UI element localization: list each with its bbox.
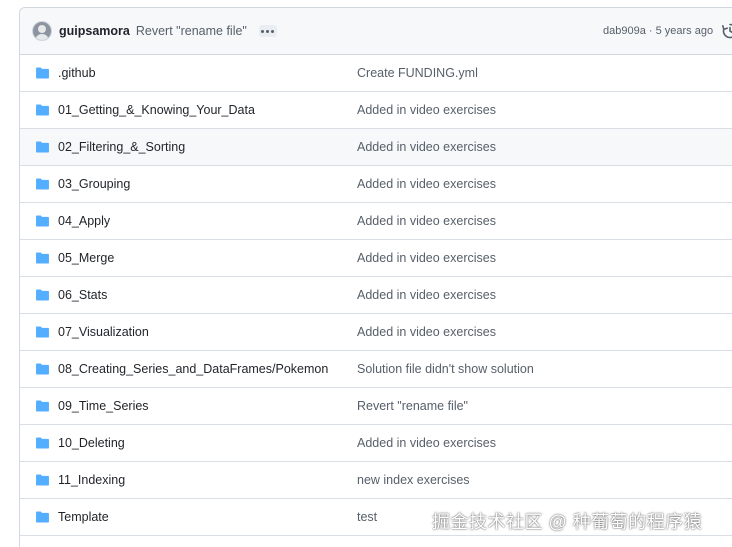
commit-message-link[interactable]: Added in video exercises bbox=[357, 140, 496, 154]
folder-icon bbox=[36, 511, 49, 523]
folder-icon bbox=[36, 400, 49, 412]
avatar[interactable] bbox=[32, 21, 52, 41]
file-browser: guipsamora Revert "rename file" dab909a … bbox=[19, 7, 732, 547]
file-name-link[interactable]: 08_Creating_Series_and_DataFrames/Pokemo… bbox=[58, 362, 328, 376]
file-name-link[interactable]: 02_Filtering_&_Sorting bbox=[58, 140, 185, 154]
page: guipsamora Revert "rename file" dab909a … bbox=[0, 0, 732, 547]
ellipsis-button[interactable] bbox=[258, 25, 277, 37]
file-row[interactable]: 04_Apply Added in video exercises bbox=[20, 203, 732, 240]
file-name-link[interactable]: 05_Merge bbox=[58, 251, 114, 265]
folder-icon bbox=[36, 252, 49, 264]
folder-icon bbox=[36, 67, 49, 79]
commit-message-link[interactable]: Added in video exercises bbox=[357, 325, 496, 339]
latest-commit-bar: guipsamora Revert "rename file" dab909a … bbox=[20, 8, 732, 55]
file-row[interactable]: 03_Grouping Added in video exercises bbox=[20, 166, 732, 203]
folder-icon bbox=[36, 178, 49, 190]
commit-hash-and-age[interactable]: dab909a · 5 years ago bbox=[603, 25, 713, 37]
commit-author[interactable]: guipsamora bbox=[59, 24, 130, 38]
commit-message-link[interactable]: Added in video exercises bbox=[357, 214, 496, 228]
file-name-link[interactable]: 10_Deleting bbox=[58, 436, 125, 450]
file-row[interactable]: 07_Visualization Added in video exercises bbox=[20, 314, 732, 351]
file-list: .github Create FUNDING.yml 01_Getting_&_Kn… bbox=[20, 55, 732, 536]
folder-icon bbox=[36, 141, 49, 153]
folder-icon bbox=[36, 215, 49, 227]
folder-icon bbox=[36, 363, 49, 375]
file-name-link[interactable]: 06_Stats bbox=[58, 288, 107, 302]
folder-icon bbox=[36, 326, 49, 338]
file-row[interactable]: 02_Filtering_&_Sorting Added in video exe… bbox=[20, 129, 732, 166]
file-name-link[interactable]: 07_Visualization bbox=[58, 325, 149, 339]
file-row[interactable]: 06_Stats Added in video exercises bbox=[20, 277, 732, 314]
commit-message[interactable]: Revert "rename file" bbox=[136, 24, 247, 38]
file-name-link[interactable]: 09_Time_Series bbox=[58, 399, 149, 413]
commit-message-link[interactable]: Create FUNDING.yml bbox=[357, 66, 478, 80]
folder-icon bbox=[36, 104, 49, 116]
commit-message-link[interactable]: Added in video exercises bbox=[357, 177, 496, 191]
file-row[interactable]: 08_Creating_Series_and_DataFrames/Pokemo… bbox=[20, 351, 732, 388]
ellipsis-dot bbox=[271, 29, 275, 33]
commit-message-link[interactable]: Revert "rename file" bbox=[357, 399, 468, 413]
file-row[interactable]: .github Create FUNDING.yml bbox=[20, 55, 732, 92]
commit-message-link[interactable]: new index exercises bbox=[357, 473, 470, 487]
watermark: 掘金技术社区 @ 种葡萄的程序猿 bbox=[432, 512, 703, 532]
commit-message-link[interactable]: Added in video exercises bbox=[357, 103, 496, 117]
commit-message-link[interactable]: Added in video exercises bbox=[357, 288, 496, 302]
file-name-link[interactable]: 11_Indexing bbox=[58, 473, 125, 487]
folder-icon bbox=[36, 474, 49, 486]
file-name-link[interactable]: 04_Apply bbox=[58, 214, 110, 228]
avatar-head bbox=[38, 25, 46, 33]
avatar-body bbox=[35, 34, 49, 40]
commit-message-link[interactable]: Added in video exercises bbox=[357, 251, 496, 265]
file-row[interactable]: 11_Indexing new index exercises bbox=[20, 462, 732, 499]
ellipsis-dot bbox=[261, 29, 265, 33]
history-icon[interactable] bbox=[721, 22, 732, 40]
file-name-link[interactable]: 01_Getting_&_Knowing_Your_Data bbox=[58, 103, 255, 117]
file-row[interactable]: 01_Getting_&_Knowing_Your_Data Added in v… bbox=[20, 92, 732, 129]
file-row[interactable]: 09_Time_Series Revert "rename file" bbox=[20, 388, 732, 425]
folder-icon bbox=[36, 437, 49, 449]
file-row[interactable]: 10_Deleting Added in video exercises bbox=[20, 425, 732, 462]
commit-message-link[interactable]: Added in video exercises bbox=[357, 436, 496, 450]
file-row[interactable]: 05_Merge Added in video exercises bbox=[20, 240, 732, 277]
commit-message-link[interactable]: test bbox=[357, 510, 377, 524]
ellipsis-dot bbox=[266, 29, 270, 33]
file-name-link[interactable]: 03_Grouping bbox=[58, 177, 130, 191]
file-name-link[interactable]: Template bbox=[58, 510, 109, 524]
commit-message-link[interactable]: Solution file didn't show solution bbox=[357, 362, 534, 376]
folder-icon bbox=[36, 289, 49, 301]
file-name-link[interactable]: .github bbox=[58, 66, 96, 80]
